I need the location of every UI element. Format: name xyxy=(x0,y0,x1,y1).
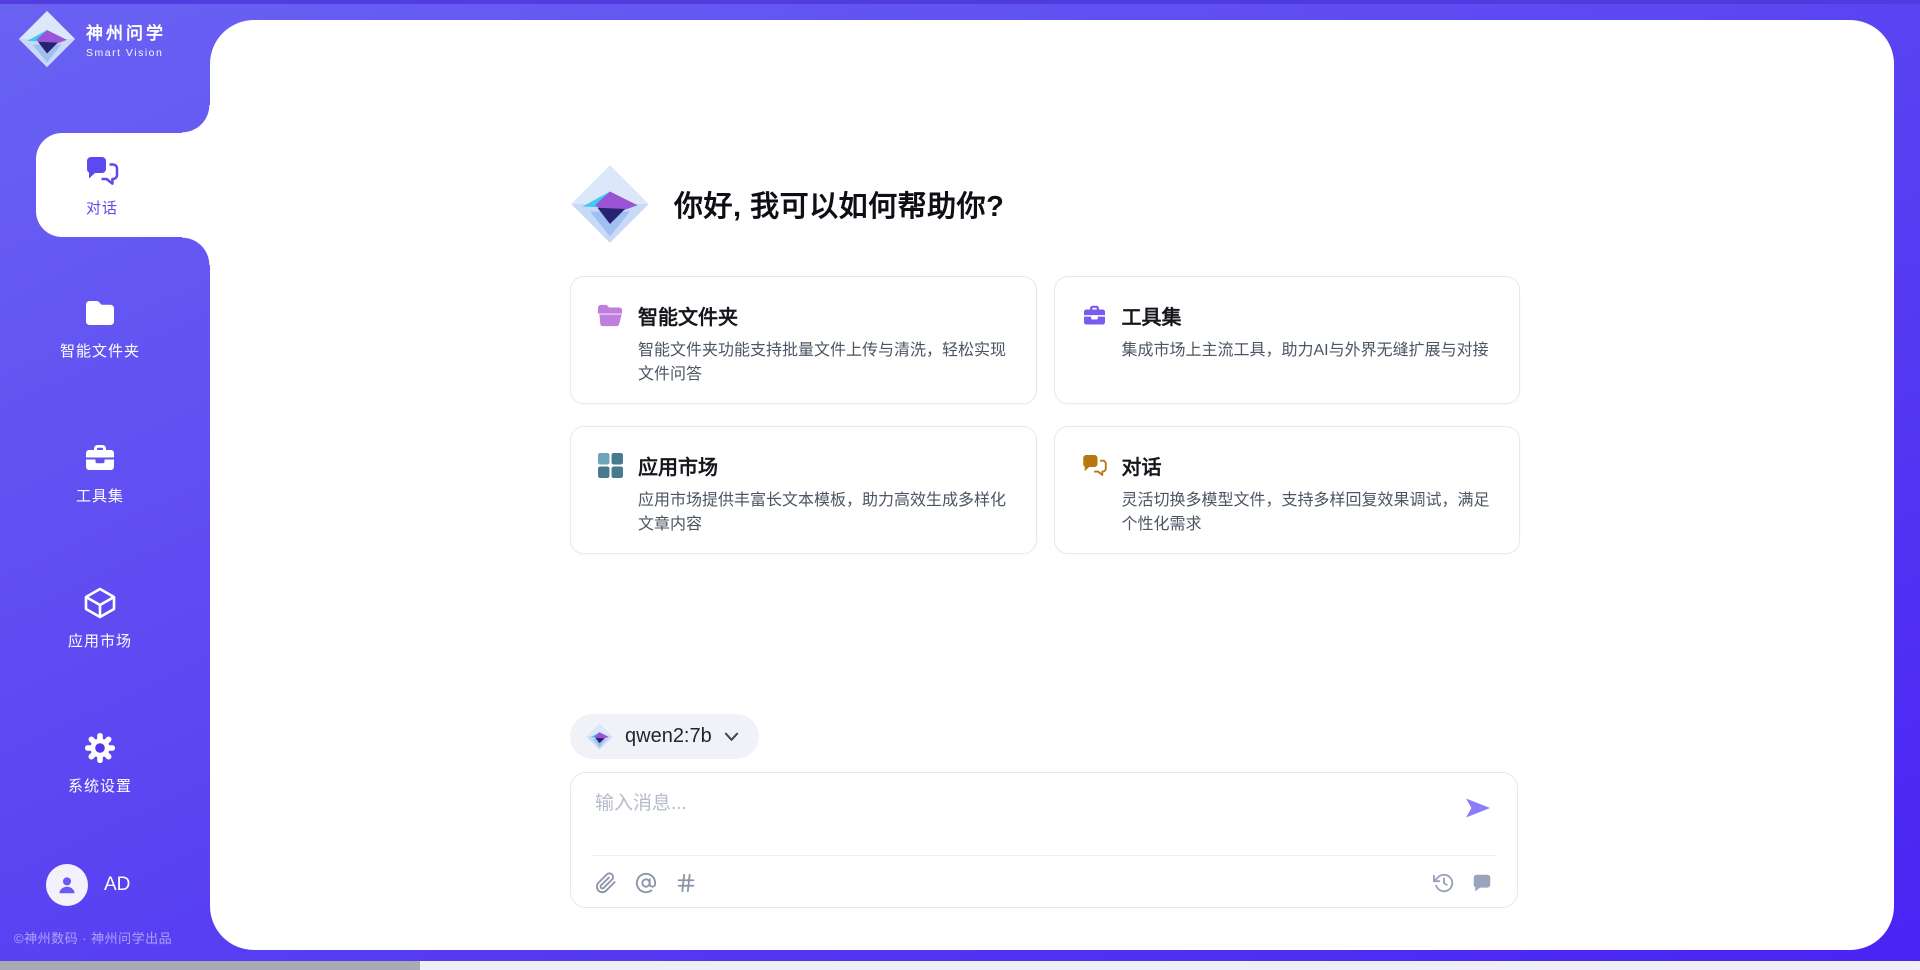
send-icon xyxy=(1463,795,1493,821)
sidebar-item-label: 系统设置 xyxy=(68,775,132,796)
send-button[interactable] xyxy=(1463,795,1493,823)
feature-cards: 智能文件夹 智能文件夹功能支持批量文件上传与清洗，轻松实现文件问答 工具集 集成… xyxy=(570,276,1520,554)
toolbox-icon xyxy=(1081,302,1108,329)
chevron-down-icon xyxy=(724,732,739,742)
user-label: AD xyxy=(104,874,130,896)
cube-icon xyxy=(82,585,118,621)
brand-diamond-icon xyxy=(586,723,613,750)
app-grid-icon xyxy=(597,452,624,479)
sidebar-item-label: 对话 xyxy=(86,197,118,218)
app-logo: 神州问学 Smart Vision xyxy=(18,10,166,68)
feedback-icon[interactable] xyxy=(1471,872,1493,894)
sidebar-item-label: 工具集 xyxy=(76,485,124,506)
card-title: 智能文件夹 xyxy=(638,301,738,330)
card-chat[interactable]: 对话 灵活切换多模型文件，支持多样回复效果调试，满足个性化需求 xyxy=(1054,426,1521,554)
composer-divider xyxy=(593,855,1495,856)
chat-icon xyxy=(84,153,120,189)
welcome-header: 你好, 我可以如何帮助你? xyxy=(570,164,1004,244)
card-smart-folder[interactable]: 智能文件夹 智能文件夹功能支持批量文件上传与清洗，轻松实现文件问答 xyxy=(570,276,1037,404)
topic-icon[interactable] xyxy=(675,872,697,894)
message-composer xyxy=(570,772,1518,908)
app-name: 神州问学 xyxy=(86,19,166,44)
message-input[interactable] xyxy=(595,787,1375,821)
sidebar-item-settings[interactable]: 系统设置 xyxy=(0,716,200,810)
chat-icon xyxy=(1081,452,1108,479)
user-profile[interactable]: AD xyxy=(46,864,130,906)
person-icon xyxy=(54,872,80,898)
sidebar-item-label: 智能文件夹 xyxy=(60,340,140,361)
model-name: qwen2:7b xyxy=(625,725,712,748)
card-description: 集成市场上主流工具，助力AI与外界无缝扩展与对接 xyxy=(1122,339,1494,363)
brand-diamond-icon xyxy=(570,164,650,244)
horizontal-scrollbar xyxy=(0,961,1920,970)
toolbox-icon xyxy=(82,440,118,476)
sidebar-item-app-market[interactable]: 应用市场 xyxy=(0,571,200,665)
mention-icon[interactable] xyxy=(635,872,657,894)
card-description: 智能文件夹功能支持批量文件上传与清洗，轻松实现文件问答 xyxy=(638,339,1010,387)
attachment-icon[interactable] xyxy=(595,872,617,894)
sidebar-item-label: 应用市场 xyxy=(68,630,132,651)
greeting-title: 你好, 我可以如何帮助你? xyxy=(674,183,1004,225)
model-selector[interactable]: qwen2:7b xyxy=(570,714,759,759)
card-description: 灵活切换多模型文件，支持多样回复效果调试，满足个性化需求 xyxy=(1122,489,1494,537)
sidebar-item-smart-folder[interactable]: 智能文件夹 xyxy=(0,281,200,375)
composer-toolbar-right xyxy=(1433,872,1493,894)
folder-icon xyxy=(82,295,118,331)
gear-icon xyxy=(82,730,118,766)
window-top-edge xyxy=(0,0,1920,4)
card-app-market[interactable]: 应用市场 应用市场提供丰富长文本模板，助力高效生成多样化文章内容 xyxy=(570,426,1037,554)
card-toolset[interactable]: 工具集 集成市场上主流工具，助力AI与外界无缝扩展与对接 xyxy=(1054,276,1521,404)
sidebar-footer: ©神州数码 · 神州问学出品 xyxy=(14,928,172,947)
avatar xyxy=(46,864,88,906)
card-title: 应用市场 xyxy=(638,451,718,480)
horizontal-scrollbar-thumb[interactable] xyxy=(0,961,420,970)
sidebar-item-chat[interactable]: 对话 xyxy=(36,133,210,237)
history-icon[interactable] xyxy=(1433,872,1455,894)
brand-diamond-icon xyxy=(18,10,76,68)
card-title: 对话 xyxy=(1122,451,1162,480)
composer-toolbar xyxy=(595,867,1493,899)
folder-open-icon xyxy=(597,302,624,329)
main-panel: 你好, 我可以如何帮助你? 智能文件夹 智能文件夹功能支持批量文件上传与清洗，轻… xyxy=(210,20,1894,950)
sidebar-item-toolset[interactable]: 工具集 xyxy=(0,426,200,520)
card-title: 工具集 xyxy=(1122,301,1182,330)
card-description: 应用市场提供丰富长文本模板，助力高效生成多样化文章内容 xyxy=(638,489,1010,537)
app-tagline: Smart Vision xyxy=(86,47,166,59)
